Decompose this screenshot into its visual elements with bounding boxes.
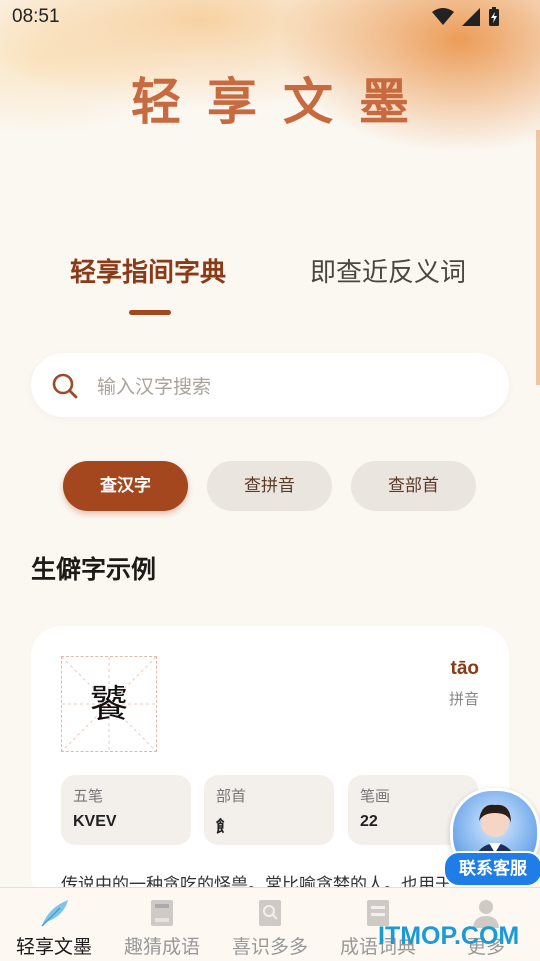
watermark: ITMOP.COM <box>378 922 520 950</box>
info-label: 部首 <box>216 787 247 805</box>
nav-item-home[interactable]: 轻享文墨 <box>0 888 108 961</box>
nav-item-idiom-guess[interactable]: 趣猜成语 <box>108 888 216 961</box>
example-character-card[interactable]: 饕 tāo 拼音 五笔 KVEV 部首 飠 笔画 22 传说中的一种贪吃的怪兽。… <box>31 626 509 906</box>
info-label: 笔画 <box>360 787 391 805</box>
info-label: 五笔 <box>73 787 104 805</box>
status-bar: 08:51 <box>0 0 540 34</box>
info-wubi: 五笔 KVEV <box>61 775 191 845</box>
tab-bar: 轻享指间字典 即查近反义词 <box>0 252 540 322</box>
pinyin-value: tāo <box>450 658 480 679</box>
search-doc-icon <box>259 900 281 926</box>
active-tab-indicator <box>129 310 171 315</box>
app-title: 轻享文墨 <box>131 72 435 131</box>
customer-service-button[interactable]: 联系客服 <box>443 788 540 888</box>
nav-label: 喜识多多 <box>231 936 308 958</box>
nav-item-learn[interactable]: 喜识多多 <box>216 888 324 961</box>
signal-icon <box>462 8 480 26</box>
search-mode-pinyin-button[interactable]: 查拼音 <box>207 461 332 511</box>
nav-label: 趣猜成语 <box>123 936 200 958</box>
info-value: 飠 <box>216 819 233 836</box>
book-icon <box>151 900 173 926</box>
status-icons <box>432 7 500 27</box>
search-placeholder: 输入汉字搜索 <box>97 376 212 398</box>
info-value: 22 <box>360 813 378 830</box>
section-title: 生僻字示例 <box>31 555 157 584</box>
battery-icon <box>489 7 499 26</box>
search-mode-radical-button[interactable]: 查部首 <box>351 461 476 511</box>
tab-synonyms[interactable]: 即查近反义词 <box>310 252 466 289</box>
search-mode-character-button[interactable]: 查汉字 <box>63 461 188 511</box>
info-radical: 部首 飠 <box>204 775 334 845</box>
character-grid: 饕 <box>61 656 157 752</box>
status-time: 08:51 <box>12 6 60 27</box>
pinyin-label: 拼音 <box>448 690 479 708</box>
customer-service-label: 联系客服 <box>443 851 540 887</box>
tab-dictionary[interactable]: 轻享指间字典 <box>70 252 226 289</box>
info-value: KVEV <box>73 813 117 830</box>
wifi-icon <box>432 8 454 25</box>
feather-icon <box>41 900 68 927</box>
search-icon <box>52 373 78 399</box>
search-input[interactable]: 输入汉字搜索 <box>31 353 509 417</box>
example-character: 饕 <box>89 682 128 726</box>
nav-label: 轻享文墨 <box>15 936 92 958</box>
